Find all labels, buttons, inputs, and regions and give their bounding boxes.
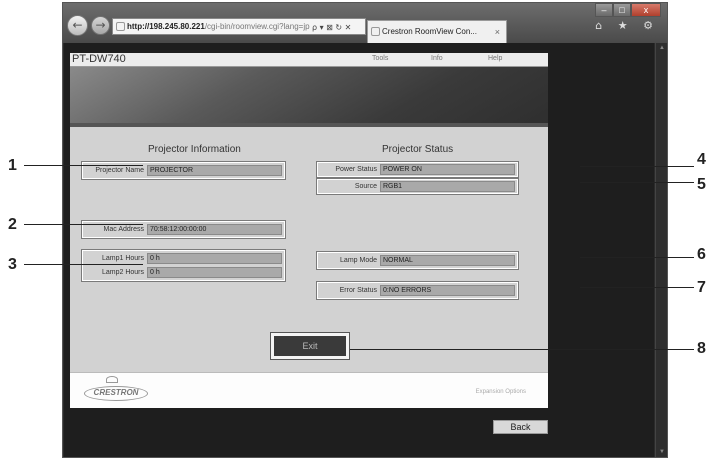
scroll-down-icon[interactable]: ▼ [659,449,665,455]
lamp1-hours-label: Lamp1 Hours [101,255,144,262]
callout-line-6 [580,257,694,258]
browser-window: ← → http://198.245.80.221/cgi-bin/roomvi… [62,2,668,458]
page-favicon-icon [116,22,125,31]
crestron-logo-text: CRESTRON [93,388,139,397]
callout-8: 8 [697,340,706,357]
expansion-options-link[interactable]: Expansion Options [476,389,526,395]
lamp2-hours-label: Lamp2 Hours [101,269,144,276]
callout-line-1 [24,165,143,166]
lamp-mode-field: NORMAL [380,255,515,266]
tab-close-icon[interactable]: × [495,21,500,43]
projector-status-title: Projector Status [382,144,454,155]
callout-3: 3 [8,256,17,273]
callout-line-4 [580,166,694,167]
url-host: http://198.245.80.221 [127,22,205,31]
callout-line-5 [580,182,694,183]
callout-line-7 [580,287,694,288]
exit-button-label: Exit [274,336,346,356]
crestron-logo: CRESTRON [84,376,148,401]
model-name: PT-DW740 [72,53,126,65]
menu-tools[interactable]: Tools [372,55,388,62]
tab-favicon-icon [371,27,380,36]
forward-arrow-icon[interactable]: → [91,16,110,35]
source-field: RGB1 [380,181,515,192]
callout-7: 7 [697,279,706,296]
callout-line-3 [24,264,143,265]
browser-toolbar-icons[interactable]: ⌂ ★ ⚙ [595,19,659,32]
footer-bar: CRESTRON Expansion Options [70,372,548,408]
tab-title: Crestron RoomView Con... [382,27,477,36]
roomview-page: PT-DW740 Tools Info Help Projector Infor… [64,43,654,457]
mac-address-label: Mac Address [103,226,144,233]
lamp1-hours-field: 0 h [147,253,282,264]
window-close-icon[interactable]: x [631,3,661,17]
scroll-up-icon[interactable]: ▲ [659,45,665,51]
header-banner [70,67,548,123]
callout-6: 6 [697,246,706,263]
minimize-icon[interactable]: – [595,3,613,17]
url-path: /cgi-bin/roomview.cgi?lang=jp [204,22,310,31]
vertical-scrollbar[interactable]: ▲ ▼ [655,43,667,457]
error-status-field: 0:NO ERRORS [380,285,515,296]
callout-2: 2 [8,216,17,233]
maximize-icon[interactable]: □ [613,3,631,17]
address-tools[interactable]: ρ ▾ ⊠ ↻ ✕ [310,18,366,35]
error-status-label: Error Status [339,287,377,294]
callout-line-8 [350,349,694,350]
main-panel: Projector Information Projector Name PRO… [70,127,548,372]
projector-name-field: PROJECTOR [147,165,282,176]
callout-1: 1 [8,157,17,174]
power-status-field: POWER ON [380,164,515,175]
callout-line-2 [24,224,143,225]
callout-5: 5 [697,176,706,193]
projector-name-label: Projector Name [95,167,144,174]
lamp2-hours-field: 0 h [147,267,282,278]
header-bar: PT-DW740 Tools Info Help [70,53,548,67]
callout-4: 4 [697,151,706,168]
browser-tab[interactable]: Crestron RoomView Con... × [367,20,507,43]
menu-info[interactable]: Info [431,55,443,62]
back-arrow-icon[interactable]: ← [67,15,88,36]
menu-help[interactable]: Help [488,55,502,62]
projector-information-title: Projector Information [148,144,241,155]
power-status-label: Power Status [335,166,377,173]
source-label: Source [354,183,377,190]
window-controls: – □ x [595,3,661,17]
lamp-mode-label: Lamp Mode [340,257,377,264]
mac-address-field: 70:58:12:00:00:00 [147,224,282,235]
browser-titlebar: ← → http://198.245.80.221/cgi-bin/roomvi… [63,3,667,43]
crestron-mark-icon [106,376,118,383]
back-button[interactable]: Back [493,420,548,434]
exit-button[interactable]: Exit [270,332,350,360]
